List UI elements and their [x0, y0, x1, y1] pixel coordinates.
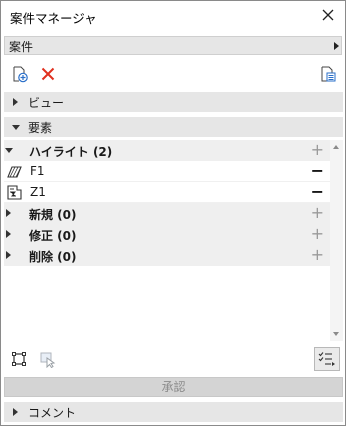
highlight-selection-button[interactable]	[36, 348, 58, 370]
scroll-up-icon[interactable]	[333, 145, 339, 149]
checklist-button[interactable]	[314, 347, 340, 371]
new-issue-icon	[13, 66, 28, 83]
elements-tree: ハイライト (2) + F1 − Z1 − 新規 (0) + 修正 (0) + …	[4, 140, 330, 341]
approve-button-label: 承認	[161, 380, 186, 394]
elements-section-header[interactable]: 要素	[4, 117, 343, 137]
scroll-down-icon[interactable]	[333, 332, 339, 336]
expand-arrow-icon	[6, 209, 11, 217]
window-title: 案件マネージャ	[10, 11, 97, 26]
remove-icon[interactable]: −	[311, 162, 324, 180]
collapse-arrow-icon	[12, 125, 20, 130]
tree-group-label: 新規 (0)	[29, 208, 77, 222]
close-button[interactable]	[319, 6, 337, 24]
select-elements-button[interactable]	[8, 348, 30, 370]
tree-item-label: F1	[30, 164, 45, 178]
tree-group-new[interactable]: 新規 (0) +	[4, 203, 330, 224]
expand-arrow-icon	[13, 98, 18, 106]
view-section-header[interactable]: ビュー	[4, 92, 343, 112]
slab-icon	[7, 166, 22, 178]
tree-group-label: ハイライト (2)	[29, 145, 113, 159]
tree-group-modified[interactable]: 修正 (0) +	[4, 224, 330, 245]
project-dropdown-label: 案件	[9, 40, 34, 54]
add-icon[interactable]: +	[311, 204, 324, 222]
tree-item-f1[interactable]: F1 −	[4, 161, 330, 182]
zone-icon	[7, 185, 22, 200]
tree-group-highlight[interactable]: ハイライト (2) +	[4, 140, 330, 161]
expand-arrow-icon	[13, 408, 18, 416]
chevron-right-icon	[334, 42, 339, 50]
tree-group-label: 削除 (0)	[29, 250, 77, 264]
add-icon[interactable]: +	[311, 225, 324, 243]
comment-section-label: コメント	[28, 406, 77, 420]
tree-group-deleted[interactable]: 削除 (0) +	[4, 245, 330, 266]
project-dropdown[interactable]: 案件	[4, 36, 342, 55]
highlight-cursor-icon	[40, 352, 55, 368]
tree-group-label: 修正 (0)	[29, 229, 77, 243]
tree-scrollbar[interactable]	[330, 140, 343, 341]
issue-list-button[interactable]	[317, 63, 339, 85]
add-icon[interactable]: +	[311, 246, 324, 264]
expand-arrow-icon	[6, 230, 11, 238]
remove-icon[interactable]: −	[311, 183, 324, 201]
checklist-icon	[318, 352, 335, 366]
approve-button[interactable]: 承認	[4, 377, 343, 397]
tree-item-label: Z1	[30, 185, 46, 199]
add-icon[interactable]: +	[311, 141, 324, 159]
new-issue-button[interactable]	[9, 63, 31, 85]
delete-icon	[41, 67, 55, 81]
delete-issue-button[interactable]	[37, 63, 59, 85]
issue-manager-window: 案件マネージャ 案件 ビュー 要素 ハイライト (2) + F1 − Z1 − …	[0, 0, 346, 426]
issue-list-icon	[321, 66, 336, 82]
close-icon	[322, 9, 334, 21]
collapse-arrow-icon	[5, 148, 13, 153]
tree-item-z1[interactable]: Z1 −	[4, 182, 330, 203]
selection-frame-icon	[12, 352, 26, 366]
comment-section-header[interactable]: コメント	[4, 402, 343, 422]
elements-section-label: 要素	[28, 121, 53, 135]
expand-arrow-icon	[6, 251, 11, 259]
title-bar: 案件マネージャ	[1, 1, 345, 31]
view-section-label: ビュー	[28, 96, 65, 110]
